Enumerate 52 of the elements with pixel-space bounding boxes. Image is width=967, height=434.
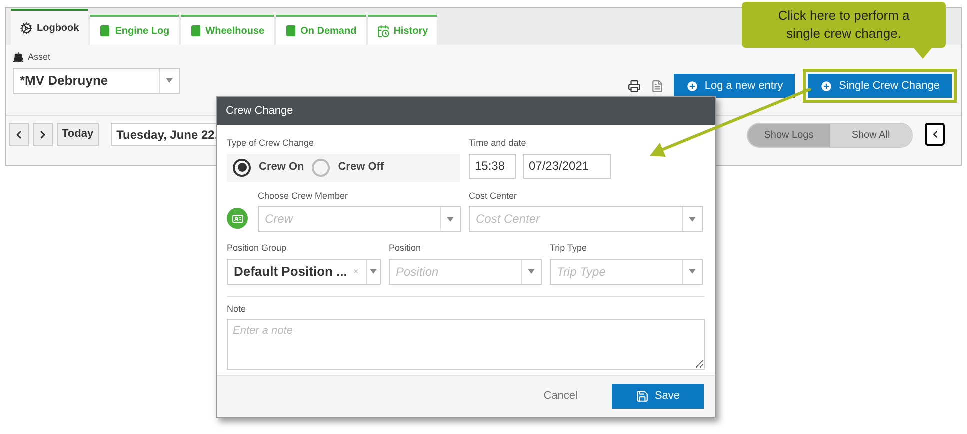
- print-icon[interactable]: [628, 80, 641, 92]
- dialog-title: Crew Change: [217, 97, 715, 125]
- next-button[interactable]: [33, 123, 53, 146]
- tab[interactable]: Logbook: [11, 9, 88, 45]
- caret-icon: [689, 269, 696, 274]
- cancel-button[interactable]: Cancel: [540, 388, 582, 405]
- action-button[interactable]: Single Crew Change: [808, 74, 952, 98]
- field-label: Choose Crew Member: [258, 190, 350, 202]
- gear-icon: [20, 22, 33, 34]
- note-field[interactable]: Enter a note: [227, 319, 705, 370]
- plus-icon: [820, 80, 834, 92]
- position-select[interactable]: Position: [389, 258, 542, 284]
- view-toggle-option[interactable]: Show Logs: [748, 124, 830, 147]
- ship-icon: [13, 52, 24, 64]
- caret-icon: [370, 269, 377, 274]
- tab[interactable]: Wheelhouse: [180, 15, 274, 45]
- crew-select[interactable]: Crew: [258, 206, 461, 232]
- plus-icon: [686, 80, 699, 92]
- view-toggle-option[interactable]: Show All: [830, 124, 912, 147]
- action-button[interactable]: Log a new entry: [674, 74, 796, 98]
- field-label: Cost Center: [469, 190, 518, 202]
- caret-icon: [447, 216, 454, 222]
- caret-icon: [689, 216, 696, 222]
- collapse-button[interactable]: [925, 123, 945, 146]
- id-card-icon: [232, 212, 244, 224]
- tab[interactable]: On Demand: [276, 15, 366, 45]
- field-label: Note: [227, 302, 248, 316]
- tab[interactable]: History: [368, 15, 438, 45]
- radio-option[interactable]: Crew On: [233, 158, 304, 176]
- caret-icon: [166, 78, 173, 83]
- today-button[interactable]: Today: [57, 123, 99, 146]
- cost-center-select[interactable]: Cost Center: [469, 206, 703, 232]
- field-label: Position Group: [227, 242, 288, 255]
- callout-box: Click here to perform a single crew change.: [742, 2, 946, 48]
- position-group-select[interactable]: Default Position ...: [227, 258, 381, 284]
- radio-option[interactable]: Crew Off: [312, 158, 384, 176]
- asset-select[interactable]: *MV Debruyne: [13, 68, 180, 94]
- trip-type-select[interactable]: Trip Type: [550, 258, 703, 284]
- previous-button[interactable]: [9, 123, 29, 146]
- caret-icon: [528, 269, 535, 274]
- save-icon: [636, 390, 649, 403]
- document-icon[interactable]: [650, 80, 664, 92]
- field-label: Position: [389, 242, 422, 255]
- date-field[interactable]: 07/23/2021: [523, 154, 611, 178]
- asset-label: Asset: [28, 51, 51, 64]
- callout-pointer-icon: [913, 47, 933, 59]
- tab[interactable]: Engine Log: [90, 15, 179, 45]
- save-button[interactable]: Save: [612, 384, 704, 409]
- field-label: Time and date: [469, 137, 528, 150]
- field-label: Trip Type: [550, 242, 588, 255]
- calendar-clock-icon: [376, 24, 390, 38]
- time-field[interactable]: 15:38: [469, 154, 516, 178]
